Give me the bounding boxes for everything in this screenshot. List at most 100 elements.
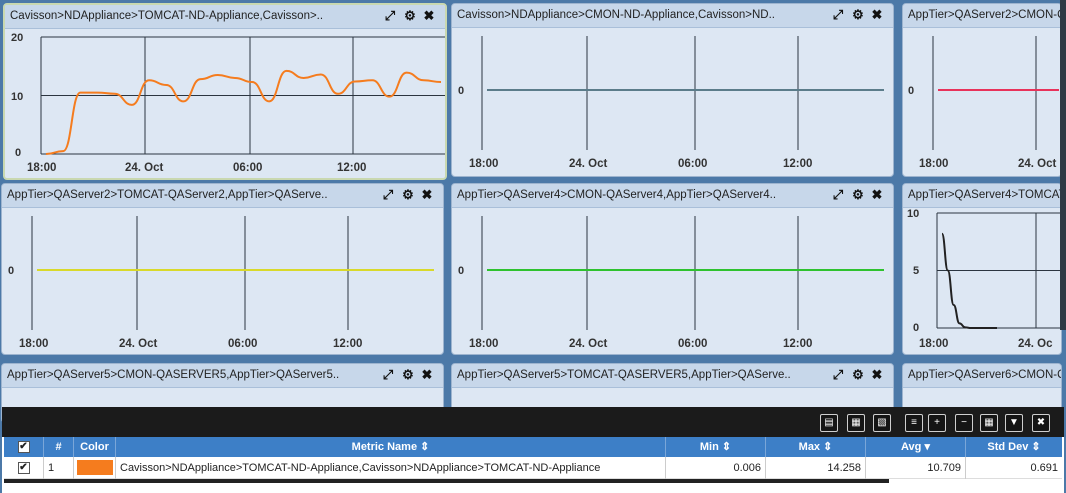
x-tick-label: 24. Oct [569,338,608,350]
close-icon[interactable]: ✖ [1032,414,1050,432]
x-tick-label: 18:00 [469,338,499,350]
col-num-header[interactable]: # [44,437,74,457]
minus-icon[interactable]: − [955,414,973,432]
chart-area: 10 5 0 18:00 24. Oc [903,208,1061,354]
color-swatch[interactable] [77,460,113,475]
gear-icon[interactable]: ⚙ [401,188,415,202]
x-tick-label: 06:00 [678,158,708,170]
series-line [45,69,442,155]
filter-icon[interactable]: ▼ [1005,414,1023,432]
close-icon[interactable]: ✖ [420,368,434,382]
panel-header: AppTier>QAServer2>CMON-QA [903,4,1061,28]
gear-icon[interactable]: ⚙ [851,8,865,22]
expand-icon[interactable]: ⤢ [831,368,845,382]
excel-export-icon[interactable]: ▦ [847,414,865,432]
row-std: 0.691 [1030,462,1058,474]
panel-title: AppTier>QAServer4>CMON-QAServer4,AppTier… [457,189,777,201]
panel-header: AppTier>QAServer5>TOMCAT-QASERVER5,AppTi… [452,364,893,388]
y-tick-label: 0 [8,265,15,277]
panel-title: Cavisson>NDAppliance>CMON-ND-Appliance,C… [457,9,775,21]
csv-export-icon[interactable]: ▧ [873,414,891,432]
select-all-checkbox[interactable]: ✔ [4,437,44,457]
x-tick-label: 24. Oct [569,158,608,170]
close-icon[interactable]: ✖ [870,368,884,382]
graph-panel-4[interactable]: AppTier>QAServer2>TOMCAT-QAServer2,AppTi… [1,183,444,355]
table-row[interactable]: ✔ 1 Cavisson>NDAppliance>TOMCAT-ND-Appli… [4,457,1062,479]
graph-panel-5[interactable]: AppTier>QAServer4>CMON-QAServer4,AppTier… [451,183,894,355]
table-toolbar: ▤ ▦ ▧ ≡ + − ▦ ▼ ✖ [2,407,1064,437]
y-tick-label: 20 [11,32,24,44]
panel-title: AppTier>QAServer5>TOMCAT-QASERVER5,AppTi… [457,369,791,381]
row-checkbox[interactable]: ✔ [4,457,44,479]
panel-header: Cavisson>NDAppliance>CMON-ND-Appliance,C… [452,4,893,28]
panel-title: AppTier>QAServer2>CMON-QA [908,9,1062,21]
chart-area: 20 10 0 18:00 24. Oct 06:00 12:00 [5,29,445,178]
gear-icon[interactable]: ⚙ [403,9,417,23]
row-max: 14.258 [766,457,866,479]
line-chart [481,216,884,330]
col-avg-header[interactable]: Avg ▾ [866,437,966,457]
panel-header: AppTier>QAServer2>TOMCAT-QAServer2,AppTi… [2,184,443,208]
close-icon[interactable]: ✖ [422,9,436,23]
row-min: 0.006 [666,457,766,479]
expand-icon[interactable]: ⤢ [381,188,395,202]
line-chart [481,36,884,150]
row-avg: 10.709 [866,457,966,479]
x-tick-label: 24. Oct [1018,158,1057,170]
table-icon[interactable]: ▦ [980,414,998,432]
row-color[interactable] [74,457,116,479]
row-metric-name: Cavisson>NDAppliance>TOMCAT-ND-Appliance… [116,457,666,479]
x-tick-label: 06:00 [233,162,263,174]
graph-panel-2[interactable]: Cavisson>NDAppliance>CMON-ND-Appliance,C… [451,3,894,177]
y-tick-label: 0 [15,147,22,159]
metrics-table-panel: ▤ ▦ ▧ ≡ + − ▦ ▼ ✖ ✔ # Color Metric Name … [2,407,1064,493]
x-tick-label: 12:00 [333,338,363,350]
gear-icon[interactable]: ⚙ [851,368,865,382]
y-tick-label: 0 [908,85,915,97]
col-max-header[interactable]: Max ⇕ [766,437,866,457]
panel-title: Cavisson>NDAppliance>TOMCAT-ND-Appliance… [10,10,324,22]
chart-area: 0 18:00 24. Oct [903,28,1061,176]
close-icon[interactable]: ✖ [420,188,434,202]
graph-panel-3[interactable]: AppTier>QAServer2>CMON-QA 0 18:00 24. Oc… [902,3,1062,177]
y-tick-label: 5 [913,265,920,277]
chart-area: 0 18:00 24. Oct 06:00 12:00 [2,208,443,354]
y-tick-label: 0 [913,322,920,334]
graph-panel-6[interactable]: AppTier>QAServer4>TOMCAT-Q 10 5 0 18:00 … [902,183,1062,355]
col-color-header[interactable]: Color [74,437,116,457]
x-tick-label: 18:00 [919,338,949,350]
line-chart [40,36,445,155]
x-tick-label: 24. Oct [125,162,164,174]
expand-icon[interactable]: ⤢ [831,188,845,202]
line-chart [932,36,1059,150]
y-tick-label: 0 [458,265,465,277]
col-std-header[interactable]: Std Dev ⇕ [966,437,1062,457]
col-metric-header[interactable]: Metric Name ⇕ [116,437,666,457]
close-icon[interactable]: ✖ [870,188,884,202]
x-tick-label: 06:00 [228,338,258,350]
vertical-scrollbar[interactable] [1060,0,1066,330]
table-header: ✔ # Color Metric Name ⇕ Min ⇕ Max ⇕ Avg … [4,437,1062,457]
x-tick-label: 24. Oc [1018,338,1053,350]
graph-panel-1[interactable]: Cavisson>NDAppliance>TOMCAT-ND-Appliance… [3,3,447,180]
horizontal-scrollbar[interactable] [4,479,889,483]
plus-icon[interactable]: + [928,414,946,432]
close-icon[interactable]: ✖ [870,8,884,22]
x-tick-label: 18:00 [469,158,499,170]
x-tick-label: 06:00 [678,338,708,350]
panel-title: AppTier>QAServer5>CMON-QASERVER5,AppTier… [7,369,340,381]
list-icon[interactable]: ≡ [905,414,923,432]
expand-icon[interactable]: ⤢ [831,8,845,22]
line-chart [936,212,1061,329]
row-num: 1 [44,457,74,479]
x-tick-label: 24. Oct [119,338,158,350]
panel-header: AppTier>QAServer5>CMON-QASERVER5,AppTier… [2,364,443,388]
pdf-export-icon[interactable]: ▤ [820,414,838,432]
gear-icon[interactable]: ⚙ [401,368,415,382]
expand-icon[interactable]: ⤢ [383,9,397,23]
panel-header: AppTier>QAServer4>TOMCAT-Q [903,184,1061,208]
expand-icon[interactable]: ⤢ [381,368,395,382]
col-min-header[interactable]: Min ⇕ [666,437,766,457]
series-line [941,232,997,329]
gear-icon[interactable]: ⚙ [851,188,865,202]
